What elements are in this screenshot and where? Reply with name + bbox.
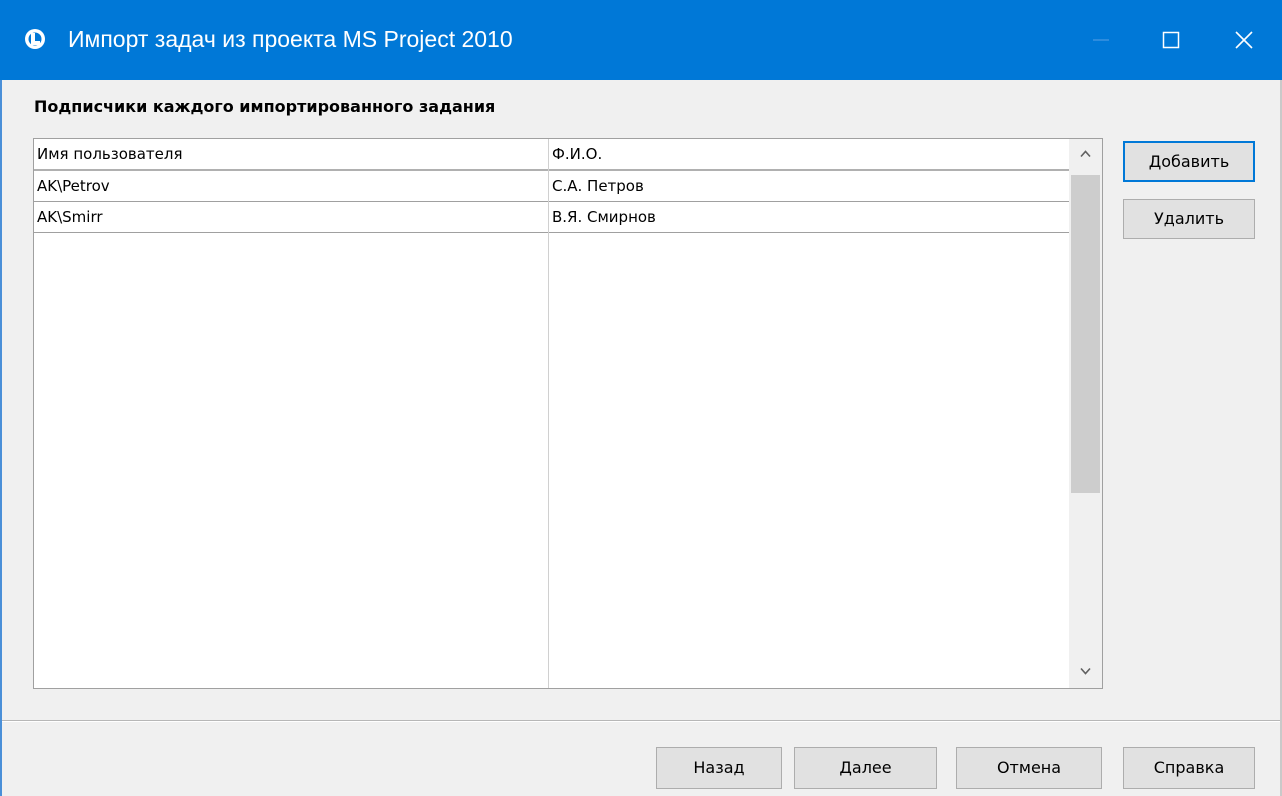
- back-button[interactable]: Назад: [656, 747, 782, 789]
- footer-separator-highlight: [2, 721, 1280, 722]
- remove-button[interactable]: Удалить: [1123, 199, 1255, 239]
- minimize-button[interactable]: [1073, 0, 1129, 80]
- subscribers-table[interactable]: Имя пользователя Ф.И.О. AK\Petrov С.А. П…: [33, 138, 1103, 689]
- cell-username: AK\Petrov: [37, 177, 110, 195]
- chevron-up-icon: [1080, 150, 1091, 158]
- add-button[interactable]: Добавить: [1123, 141, 1255, 182]
- chevron-down-icon: [1080, 667, 1091, 675]
- title-bar[interactable]: Импорт задач из проекта MS Project 2010: [0, 0, 1282, 80]
- scroll-down-button[interactable]: [1069, 656, 1102, 688]
- app-logo-icon: [24, 28, 46, 50]
- maximize-button[interactable]: [1143, 0, 1199, 80]
- cell-username: AK\Smirr: [37, 208, 103, 226]
- table-header: Имя пользователя Ф.И.О.: [34, 139, 1070, 171]
- table-row[interactable]: AK\Smirr В.Я. Смирнов: [34, 202, 1070, 233]
- maximize-icon: [1162, 31, 1180, 49]
- column-header-fullname[interactable]: Ф.И.О.: [549, 139, 1070, 169]
- column-divider[interactable]: [548, 139, 549, 688]
- cell-fullname: С.А. Петров: [552, 177, 644, 195]
- scroll-up-button[interactable]: [1069, 139, 1102, 171]
- scroll-thumb[interactable]: [1071, 175, 1100, 493]
- minimize-icon: [1093, 39, 1109, 41]
- cancel-button[interactable]: Отмена: [956, 747, 1102, 789]
- window-title: Импорт задач из проекта MS Project 2010: [68, 26, 513, 52]
- table-row[interactable]: AK\Petrov С.А. Петров: [34, 171, 1070, 202]
- section-title: Подписчики каждого импортированного зада…: [34, 97, 496, 116]
- window-left-border: [0, 80, 2, 796]
- table-grid: Имя пользователя Ф.И.О. AK\Petrov С.А. П…: [34, 139, 1070, 688]
- vertical-scrollbar[interactable]: [1069, 139, 1102, 688]
- column-header-username[interactable]: Имя пользователя: [34, 139, 548, 169]
- close-icon: [1235, 31, 1253, 49]
- close-button[interactable]: [1216, 0, 1272, 80]
- help-button[interactable]: Справка: [1123, 747, 1255, 789]
- cell-fullname: В.Я. Смирнов: [552, 208, 656, 226]
- next-button[interactable]: Далее: [794, 747, 937, 789]
